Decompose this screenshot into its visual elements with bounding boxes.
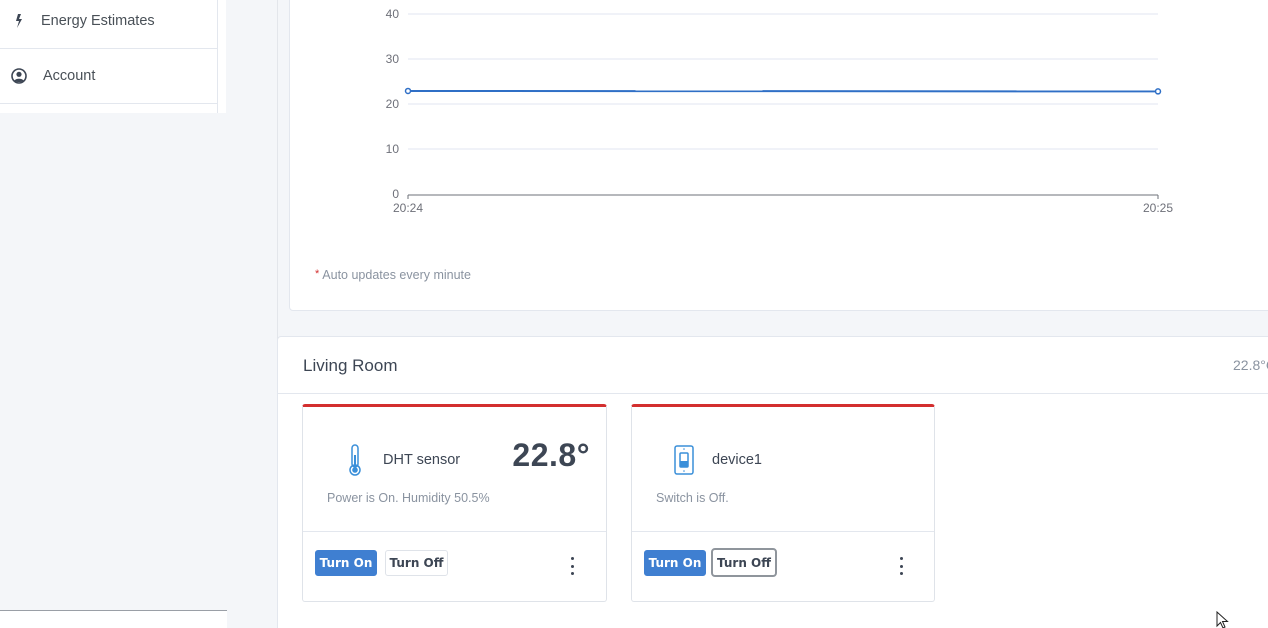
more-options-icon[interactable] (894, 557, 908, 575)
card-divider (303, 531, 606, 532)
mouse-cursor-icon (1216, 611, 1229, 628)
device-name: device1 (712, 452, 762, 468)
y-tick-label: 30 (386, 52, 400, 66)
auto-update-note: * Auto updates every minute (315, 268, 471, 282)
sidebar-footer (0, 610, 227, 628)
device-status: Switch is Off. (656, 491, 729, 505)
device-status: Power is On. Humidity 50.5% (327, 491, 490, 505)
device-name: DHT sensor (383, 452, 461, 468)
room-temperature: 22.8°C (1233, 357, 1268, 373)
data-point (1154, 88, 1162, 95)
more-options-icon[interactable] (565, 557, 579, 575)
temperature-line-chart: 0 10 20 30 40 20:24 20:25 (386, 7, 1174, 215)
turn-off-button[interactable]: Turn Off (385, 550, 448, 576)
light-switch-icon (672, 443, 696, 482)
x-tick-label: 20:25 (1143, 201, 1173, 215)
auto-update-text: Auto updates every minute (322, 268, 471, 282)
turn-off-button[interactable]: Turn Off (711, 548, 777, 577)
turn-on-button[interactable]: Turn On (315, 550, 377, 576)
y-tick-label: 20 (386, 97, 400, 111)
y-tick-label: 10 (386, 142, 400, 156)
y-tick-label: 0 (392, 187, 399, 201)
x-tick-label: 20:24 (393, 201, 423, 215)
turn-on-button[interactable]: Turn On (644, 550, 706, 576)
y-tick-label: 40 (386, 7, 400, 21)
required-asterisk: * (315, 268, 320, 280)
room-title: Living Room (303, 356, 398, 375)
card-divider (632, 531, 934, 532)
thermometer-icon (343, 443, 367, 482)
room-header: Living Room 22.8°C (278, 337, 1268, 394)
device-card-dht-sensor: DHT sensor 22.8° Power is On. Humidity 5… (302, 404, 607, 602)
device-reading: 22.8° (512, 437, 590, 473)
data-point (404, 87, 412, 95)
device-card-device1: device1 Switch is Off. Turn On Turn Off (631, 404, 935, 602)
